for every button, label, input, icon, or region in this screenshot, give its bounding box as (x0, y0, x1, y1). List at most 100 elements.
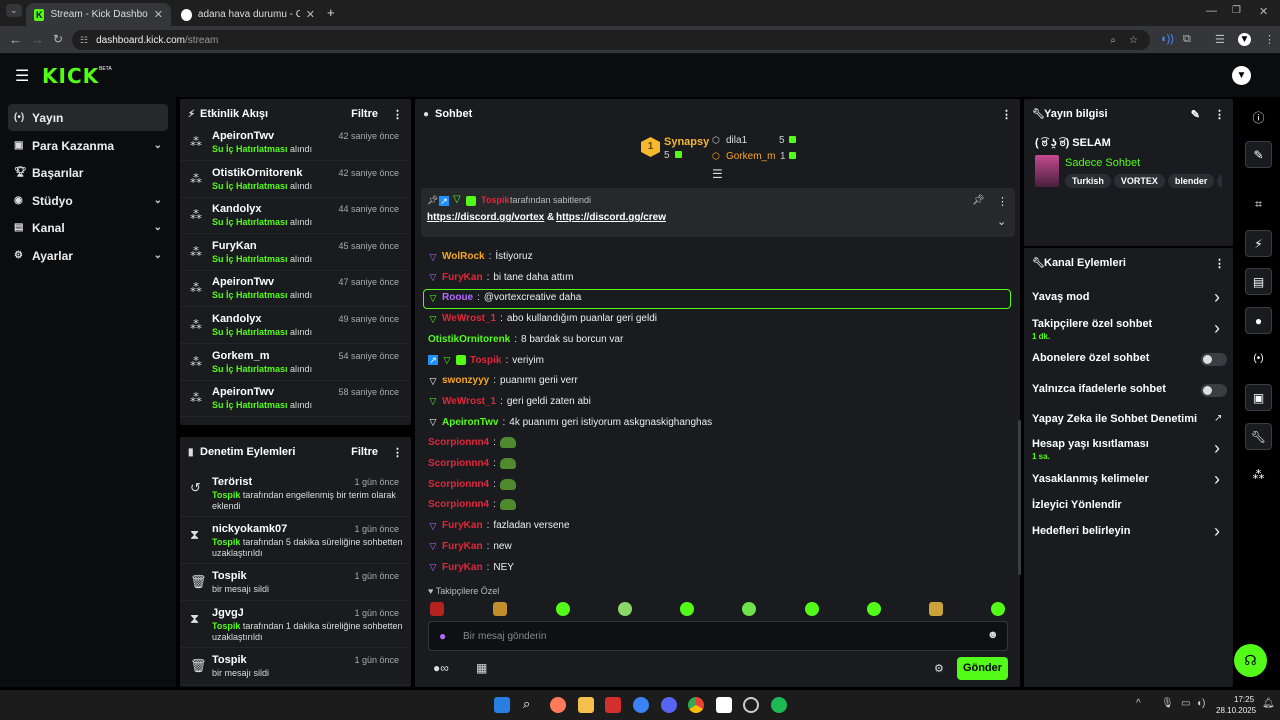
nav-item-ayarlar[interactable]: ⚙ Ayarlar ⌄ (8, 242, 168, 269)
leaderboard-third-name[interactable]: Gorkem_m (726, 151, 775, 162)
chat-username[interactable]: FuryKan (442, 520, 483, 531)
wrench-rail-icon[interactable]: 🔧︎ (1245, 423, 1272, 450)
browser-menu-icon[interactable]: ⋮ (1264, 33, 1275, 46)
chat-message[interactable]: ▽ FuryKan: bi tane daha attım (428, 272, 574, 283)
chat-message[interactable]: Scorpionnn4: (428, 437, 516, 449)
user-avatar[interactable]: ▼ (1232, 66, 1251, 85)
tab-kick-dashboard[interactable]: K Stream - Kick Dashboard ✕ (26, 3, 171, 26)
chat-message[interactable]: Scorpionnn4: (428, 478, 516, 490)
channel-action-item[interactable]: Hesap yaşı kısıtlaması 1 sa. (1032, 438, 1149, 461)
zoom-icon[interactable]: ⌕ (1110, 35, 1116, 46)
moderation-item[interactable]: 🗑︎ Tospik 1 gün önce bir mesajı sildi (180, 648, 411, 685)
tag[interactable]: VORTEX (1113, 174, 1165, 188)
emote-icon[interactable] (929, 602, 943, 616)
channel-action-item[interactable]: Yapay Zeka ile Sohbet Denetimi (1032, 413, 1197, 425)
category-thumbnail[interactable] (1035, 155, 1059, 187)
taskbar-app-icon[interactable] (743, 697, 759, 713)
chat-username[interactable]: Rooue (442, 292, 473, 303)
chat-username[interactable]: WeWrost_1 (442, 396, 496, 407)
more-options-icon[interactable]: ⋮ (1001, 108, 1012, 121)
notification-bell-icon[interactable]: 🔔︎ (1262, 698, 1275, 709)
chat-input[interactable]: ● Bir mesaj gönderin ☻ (428, 621, 1008, 651)
send-button[interactable]: Gönder (957, 657, 1008, 680)
minimize-icon[interactable]: — (1206, 5, 1217, 17)
emote-icon[interactable] (430, 602, 444, 616)
site-info-icon[interactable]: ☷ (80, 35, 88, 46)
nav-item-basarilar[interactable]: 🏆︎ Başarılar (8, 159, 168, 186)
activity-item[interactable]: ⁂ Kandolyx 49 saniye önce Su İç Hatırlatmas… (180, 308, 411, 344)
filter-button[interactable]: Filtre (351, 108, 378, 120)
clock-date[interactable]: 28.10.2025 (1216, 706, 1256, 715)
taskbar-app-icon[interactable] (550, 697, 566, 713)
nav-item-para-kazanma[interactable]: ▣ Para Kazanma ⌄ (8, 132, 168, 159)
file-explorer-icon[interactable] (578, 697, 594, 713)
stream-category[interactable]: Sadece Sohbet (1065, 157, 1140, 169)
pinned-by-user[interactable]: Tospik (481, 195, 509, 205)
chat-rail-icon[interactable]: ● (1245, 307, 1272, 334)
chat-username[interactable]: OtistikOrnitorenk (428, 334, 510, 345)
chat-username[interactable]: WeWrost_1 (442, 313, 496, 324)
notion-icon[interactable] (716, 697, 732, 713)
close-window-icon[interactable]: ✕ (1259, 5, 1268, 18)
emote-icon[interactable] (742, 602, 756, 616)
leaderboard-second-name[interactable]: dila1 (726, 135, 747, 146)
channel-action-item[interactable]: Yavaş mod (1032, 291, 1089, 303)
tag[interactable]: cre (1217, 174, 1222, 188)
chevron-right-icon[interactable]: › (1214, 470, 1220, 488)
nav-item-yayin[interactable]: (•) Yayın (8, 104, 168, 131)
expand-leaderboard-icon[interactable]: ☰ (712, 167, 723, 181)
tab-google[interactable]: adana hava durumu - Google'd ✕ (173, 3, 323, 26)
chevron-right-icon[interactable]: › (1214, 319, 1220, 337)
forward-icon[interactable]: → (31, 32, 44, 47)
moderation-target[interactable]: nickyokamk07 (212, 523, 287, 535)
emote-icon[interactable] (493, 602, 507, 616)
activity-item[interactable]: ⁂ ApeironTwv 47 saniye önce Su İç Hatırlatm… (180, 271, 411, 308)
moderation-actor[interactable]: Tospik (212, 621, 240, 631)
activity-item[interactable]: ⁂ FuryKan 45 saniye önce Su İç Hatırlatması… (180, 235, 411, 271)
extension-audio-icon[interactable]: ◖)) (1160, 33, 1174, 45)
moderation-item[interactable]: ↺ Terörist 1 gün önce Tospik tarafından eng… (180, 470, 411, 517)
microphone-tray-icon[interactable]: 🎙︎ (1161, 698, 1174, 709)
moderation-item[interactable]: 🗑︎ Tospik 1 gün önce bir mesajı sildi (180, 564, 411, 601)
tray-chevron-icon[interactable]: ^ (1136, 698, 1141, 709)
pepe-emote-icon[interactable] (499, 499, 516, 511)
tab-manager-icon[interactable]: ☰ (1215, 33, 1225, 46)
broadcast-rail-icon[interactable]: (•) (1245, 345, 1272, 372)
pepe-emote-icon[interactable] (499, 478, 516, 490)
more-options-icon[interactable]: ⋮ (997, 195, 1008, 208)
taskbar-app-icon[interactable] (633, 697, 649, 713)
chat-username[interactable]: FuryKan (442, 562, 483, 573)
emote-icon[interactable] (991, 602, 1005, 616)
spotify-icon[interactable] (771, 697, 787, 713)
chat-username[interactable]: FuryKan (442, 272, 483, 283)
channel-action-item[interactable]: Hedefleri belirleyin (1032, 525, 1130, 537)
volume-icon[interactable]: ◖) (1196, 698, 1205, 709)
pinned-link-1[interactable]: https://discord.gg/vortex (427, 212, 544, 223)
activity-item[interactable]: ⁂ Kandolyx 44 saniye önce Su İç Hatırlatmas… (180, 198, 411, 235)
activity-item[interactable]: ⁂ ApeironTwv 58 saniye önce Su İç Hatırlatm… (180, 381, 411, 418)
moderation-target[interactable]: JgvgJ (212, 607, 244, 619)
chat-message[interactable]: ▽ Rooue: @vortexcreative daha (428, 292, 582, 303)
chat-message[interactable]: ▽ FuryKan: NEY (428, 562, 514, 573)
chat-username[interactable]: FuryKan (442, 541, 483, 552)
nav-item-kanal[interactable]: ▤ Kanal ⌄ (8, 214, 168, 241)
chevron-right-icon[interactable]: › (1214, 439, 1220, 457)
unpin-icon[interactable]: 📌︎ (972, 195, 985, 206)
activity-user[interactable]: Gorkem_m (212, 350, 269, 362)
windows-start-icon[interactable] (494, 697, 510, 713)
chat-scrollbar[interactable] (1018, 420, 1021, 575)
emote-icon[interactable] (556, 602, 570, 616)
bookmark-star-icon[interactable]: ☆ (1129, 35, 1138, 46)
more-options-icon[interactable]: ⋮ (1214, 257, 1225, 270)
chat-message[interactable]: ▽ WolRock: İstiyoruz (428, 251, 533, 262)
emote-icon[interactable] (867, 602, 881, 616)
activity-user[interactable]: Kandolyx (212, 313, 262, 325)
chat-message[interactable]: Scorpionnn4: (428, 499, 516, 511)
network-icon[interactable]: ▭ (1181, 698, 1190, 709)
channel-action-item[interactable]: Yalnızca ifadelerle sohbet (1032, 383, 1166, 395)
info-icon[interactable]: ⓘ (1245, 104, 1272, 131)
back-icon[interactable]: ← (9, 32, 22, 47)
address-bar[interactable]: ☷ dashboard.kick.com/stream ⌕ ☆ (72, 30, 1150, 50)
moderation-actor[interactable]: Tospik (212, 537, 240, 547)
chat-message[interactable]: OtistikOrnitorenk:8 bardak su borcun var (428, 334, 623, 345)
